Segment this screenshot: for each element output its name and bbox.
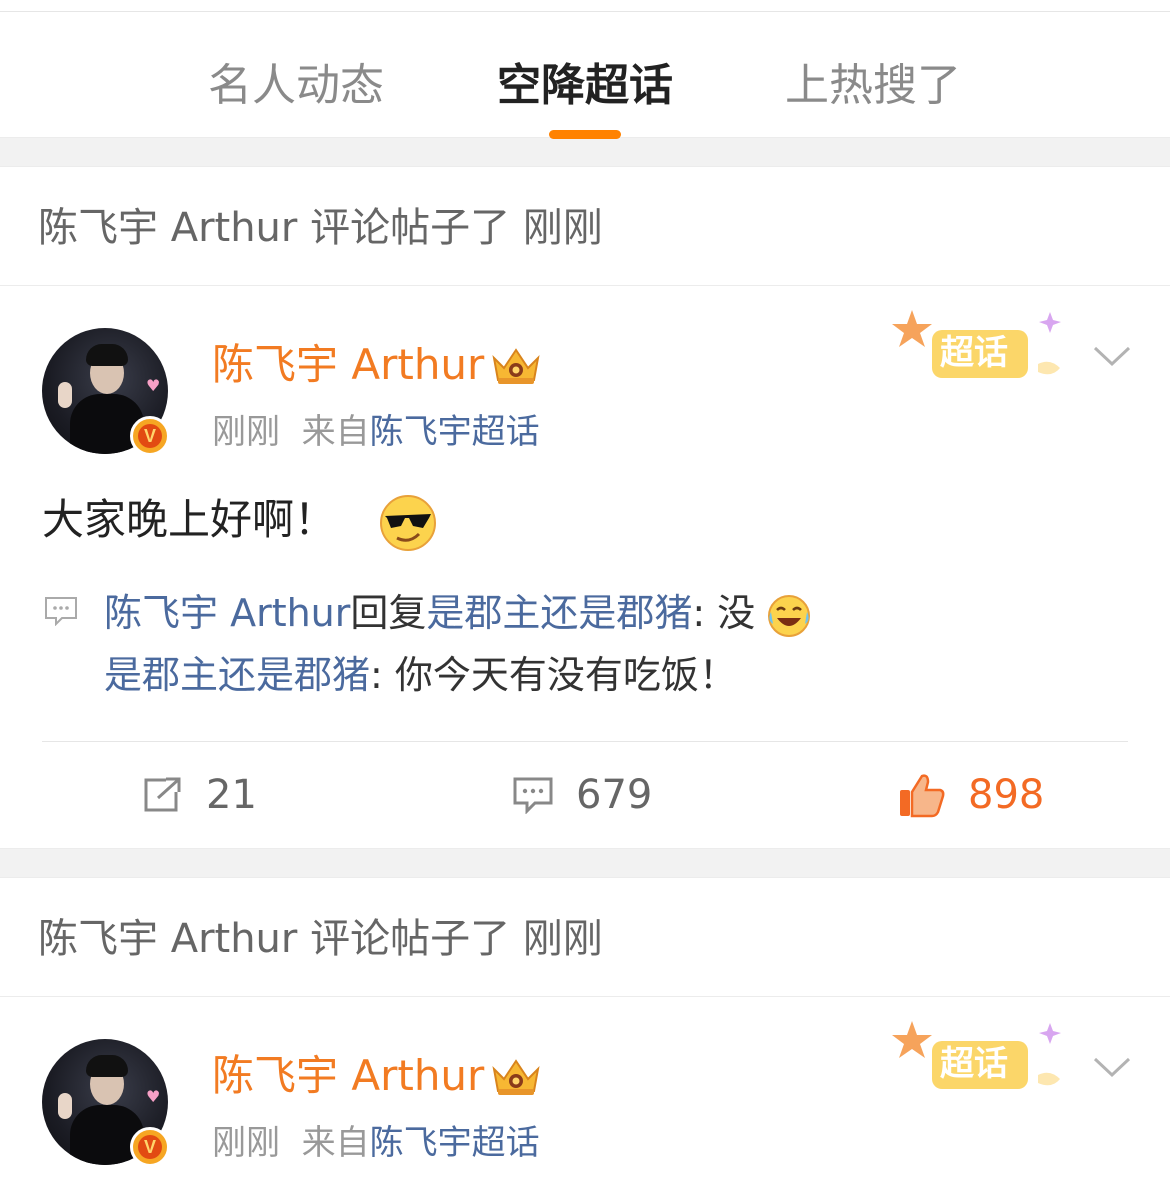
verified-badge-icon: V	[130, 416, 170, 456]
post-card[interactable]: ♥ V 陈飞宇 Arthur 刚刚 来自陈飞宇超话 超话 大家晚上好啊！ 陈飞宇…	[0, 286, 1170, 848]
source-link[interactable]: 陈飞宇超话	[370, 412, 540, 452]
verified-badge-icon: V	[130, 1127, 170, 1167]
like-button[interactable]: 898	[898, 767, 1044, 823]
notice-text: 陈飞宇 Arthur 评论帖子了 刚刚	[38, 916, 603, 962]
quoted-comment[interactable]: 是郡主还是郡猪: 你今天有没有吃饭！	[104, 649, 737, 701]
active-tab-indicator	[549, 130, 621, 139]
from-label: 来自	[301, 412, 370, 452]
reply-target[interactable]: 是郡主还是郡猪	[426, 591, 692, 635]
chevron-down-icon[interactable]	[1092, 342, 1132, 370]
super-topic-label: 超话	[940, 1044, 1008, 1084]
chevron-down-icon[interactable]	[1092, 1053, 1132, 1081]
post-card[interactable]: ♥ V 陈飞宇 Arthur 刚刚 来自陈飞宇超话 超话	[0, 997, 1170, 1197]
top-edge	[0, 0, 1170, 12]
reply-text: : 没	[692, 591, 756, 635]
repost-count: 21	[206, 772, 257, 818]
section-gap	[0, 137, 1170, 167]
post-body: 大家晚上好啊！	[42, 495, 337, 544]
source-link[interactable]: 陈飞宇超话	[370, 1123, 540, 1163]
post-time: 刚刚	[212, 1123, 280, 1163]
super-topic-badge[interactable]: 超话	[890, 1017, 1070, 1097]
reply-verb: 回复	[350, 591, 427, 635]
section-gap	[0, 848, 1170, 878]
crown-badge-icon	[492, 1059, 540, 1095]
repost-icon	[144, 777, 181, 812]
comment-button[interactable]: 679	[512, 767, 652, 823]
repost-button[interactable]: 21	[142, 767, 257, 823]
post-time: 刚刚	[212, 412, 280, 452]
thumbs-up-icon	[900, 774, 945, 818]
username[interactable]: 陈飞宇 Arthur	[212, 338, 484, 392]
comment-bubble-icon	[45, 597, 77, 626]
from-label: 来自	[301, 1123, 370, 1163]
post-meta: 刚刚 来自陈飞宇超话	[212, 1121, 540, 1165]
crown-badge-icon	[492, 348, 540, 384]
activity-notice[interactable]: 陈飞宇 Arthur 评论帖子了 刚刚	[0, 878, 1170, 997]
divider	[42, 741, 1128, 742]
super-topic-badge[interactable]: 超话	[890, 306, 1070, 386]
username[interactable]: 陈飞宇 Arthur	[212, 1049, 484, 1103]
reply-author[interactable]: 陈飞宇 Arthur	[104, 591, 350, 635]
sunglasses-smirk-emoji-icon	[380, 494, 437, 551]
comment-count: 679	[576, 772, 653, 818]
reply-line[interactable]: 陈飞宇 Arthur回复是郡主还是郡猪: 没	[104, 587, 811, 639]
laughing-crying-emoji-icon	[768, 594, 811, 637]
post-text: 大家晚上好啊！	[42, 492, 437, 552]
quoted-text: : 你今天有没有吃饭！	[370, 653, 737, 697]
tab-bar: 名人动态 空降超话 上热搜了	[0, 12, 1170, 139]
super-topic-label: 超话	[940, 333, 1008, 373]
tab-trending[interactable]: 上热搜了	[785, 56, 961, 116]
notice-text: 陈飞宇 Arthur 评论帖子了 刚刚	[38, 205, 603, 251]
quoted-author[interactable]: 是郡主还是郡猪	[104, 653, 370, 697]
tab-celebrity-feed[interactable]: 名人动态	[208, 56, 384, 116]
activity-notice[interactable]: 陈飞宇 Arthur 评论帖子了 刚刚	[0, 167, 1170, 286]
like-count: 898	[968, 772, 1045, 818]
tab-super-topic[interactable]: 空降超话	[497, 56, 673, 116]
post-meta: 刚刚 来自陈飞宇超话	[212, 410, 540, 454]
comment-icon	[513, 777, 553, 814]
